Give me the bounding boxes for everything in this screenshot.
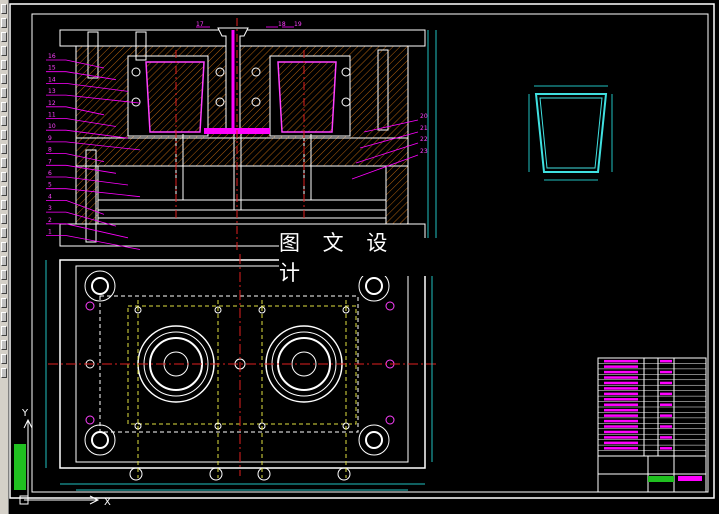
title-block	[597, 357, 707, 493]
toolbar-button[interactable]	[1, 32, 7, 42]
toolbar-button[interactable]	[1, 284, 7, 294]
title-block-entry	[660, 392, 672, 396]
callout-number: 10	[48, 123, 56, 130]
title-block-entry	[604, 419, 638, 423]
toolbar-button[interactable]	[1, 18, 7, 28]
callout-number: 12	[48, 100, 56, 107]
watermark-label: 图 文 设 计	[279, 231, 439, 285]
callout-number: 17	[196, 21, 204, 28]
ejector-retainer	[97, 209, 387, 219]
callout-number: 16	[48, 53, 56, 60]
title-block-entry	[604, 387, 638, 390]
ejector-plate	[97, 199, 387, 211]
toolbar-button[interactable]	[1, 354, 7, 364]
plan-view	[45, 254, 438, 491]
ucs-x-label: X	[104, 497, 111, 508]
title-block-entry	[660, 359, 672, 363]
callout-number: 7	[48, 158, 52, 165]
callout-number: 11	[48, 112, 56, 119]
title-stamp	[648, 476, 674, 482]
toolbar-button[interactable]	[1, 88, 7, 98]
toolbar-button[interactable]	[1, 130, 7, 140]
callout-number: 9	[48, 135, 52, 142]
product-left	[145, 61, 205, 133]
toolbar-button[interactable]	[1, 200, 7, 210]
callout-number: 19	[294, 21, 302, 28]
title-block-entry	[604, 359, 638, 363]
toolbar-button[interactable]	[1, 368, 7, 378]
callout-number: 23	[420, 148, 428, 155]
toolbar-button[interactable]	[1, 256, 7, 266]
toolbar-button[interactable]	[1, 60, 7, 70]
toolbar-button[interactable]	[1, 214, 7, 224]
spacer-block-right	[385, 165, 409, 225]
layer-indicator	[14, 444, 26, 490]
toolbar-button[interactable]	[1, 186, 7, 196]
title-block-entry	[604, 365, 638, 368]
callout-number: 20	[420, 113, 428, 120]
core-plate	[75, 137, 409, 167]
toolbar-button[interactable]	[1, 172, 7, 182]
title-block-entry	[660, 381, 672, 385]
title-block-entry	[660, 403, 672, 406]
callout-number: 15	[48, 65, 56, 72]
toolbar-button[interactable]	[1, 102, 7, 112]
title-block-entry	[660, 425, 672, 428]
callout-number: 14	[48, 76, 56, 83]
toolbar-button[interactable]	[1, 46, 7, 56]
title-block-entry	[660, 414, 672, 417]
part-callouts-top: 17 18 19	[196, 21, 302, 28]
guide-bush-br	[358, 424, 390, 456]
title-block-entry	[604, 408, 638, 412]
callout-number: 4	[48, 193, 52, 200]
callout-number: 8	[48, 147, 52, 154]
callout-number: 3	[48, 205, 52, 212]
product-right	[277, 61, 337, 133]
title-block-entry	[604, 425, 638, 428]
toolbar-button[interactable]	[1, 74, 7, 84]
callout-number: 21	[420, 125, 428, 132]
toolbar-button[interactable]	[1, 270, 7, 280]
toolbar-button[interactable]	[1, 298, 7, 308]
title-block-entry	[660, 370, 672, 374]
title-block-entry	[660, 436, 672, 439]
title-block-entry	[604, 370, 638, 374]
ucs-icon: X Y	[19, 408, 111, 508]
title-block-entry	[660, 447, 672, 450]
title-block-entry	[604, 441, 638, 445]
toolbar-button[interactable]	[1, 116, 7, 126]
title-block-entry	[604, 436, 638, 439]
title-block-entry	[604, 376, 638, 379]
callout-number: 5	[48, 182, 52, 189]
title-block-entry	[604, 381, 638, 385]
toolbar-button[interactable]	[1, 312, 7, 322]
toolbar-button[interactable]	[1, 158, 7, 168]
callout-number: 2	[48, 217, 52, 224]
toolbar-button[interactable]	[1, 326, 7, 336]
toolbar-button[interactable]	[1, 340, 7, 350]
toolbar-button[interactable]	[1, 242, 7, 252]
section-view	[59, 18, 437, 252]
toolbar-button[interactable]	[1, 144, 7, 154]
ucs-y-label: Y	[21, 408, 29, 419]
callout-number: 13	[48, 88, 56, 95]
spacer-block-left	[75, 165, 99, 225]
title-block-entry	[604, 398, 638, 401]
title-block-entry	[604, 392, 638, 396]
product-detail-view	[528, 85, 613, 181]
title-block-entry	[604, 403, 638, 406]
toolbar-button[interactable]	[1, 228, 7, 238]
cavity-plate	[75, 45, 409, 139]
callout-number: 6	[48, 170, 52, 177]
title-block-entry	[604, 447, 638, 450]
toolbar-button[interactable]	[1, 4, 7, 14]
title-block-entry	[604, 430, 638, 434]
callout-number: 1	[48, 229, 52, 236]
title-block-entry	[604, 414, 638, 417]
callout-number: 22	[420, 136, 428, 143]
